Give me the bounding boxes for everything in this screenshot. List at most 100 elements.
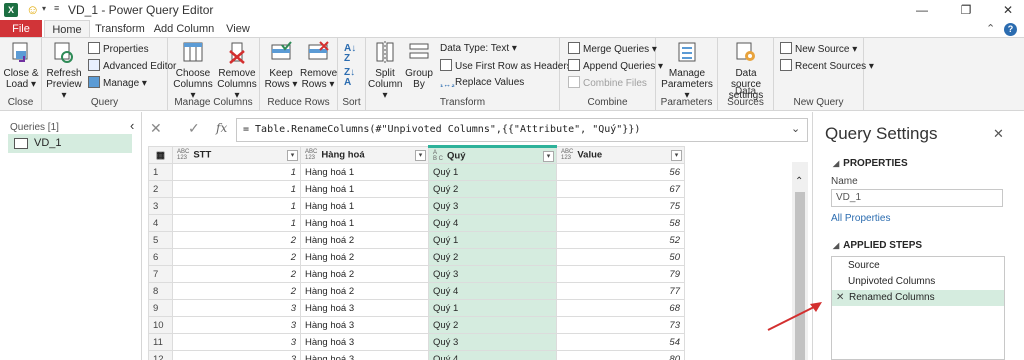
cell-quy[interactable]: Quý 1 [428, 231, 557, 249]
applied-steps-header[interactable]: ◢ APPLIED STEPS [833, 240, 922, 251]
cell-hang-hoa[interactable]: Hàng hoá 2 [300, 265, 429, 283]
cell-quy[interactable]: Quý 4 [428, 282, 557, 300]
step-renamed-columns[interactable]: ✕ Renamed Columns [832, 290, 1004, 306]
cell-stt[interactable]: 3 [172, 333, 301, 351]
tab-home[interactable]: Home [44, 20, 90, 38]
choose-columns-button[interactable]: Choose Columns ▾ [172, 41, 214, 101]
cell-quy[interactable]: Quý 3 [428, 333, 557, 351]
row-number[interactable]: 6 [148, 248, 173, 266]
table-row[interactable]: 10 3 Hàng hoá 3 Quý 2 73 [148, 316, 685, 334]
table-row[interactable]: 3 1 Hàng hoá 1 Quý 3 75 [148, 197, 685, 215]
cell-quy[interactable]: Quý 1 [428, 163, 557, 181]
table-row[interactable]: 11 3 Hàng hoá 3 Quý 3 54 [148, 333, 685, 351]
cell-stt[interactable]: 2 [172, 282, 301, 300]
recent-sources-button[interactable]: Recent Sources ▾ [780, 59, 874, 75]
row-number[interactable]: 2 [148, 180, 173, 198]
cell-hang-hoa[interactable]: Hàng hoá 3 [300, 350, 429, 360]
query-item-vd1[interactable]: VD_1 [8, 134, 132, 153]
commit-formula-button[interactable]: ✓ [188, 120, 200, 137]
remove-columns-button[interactable]: Remove Columns ▾ [216, 41, 258, 101]
query-name-input[interactable]: VD_1 [831, 189, 1003, 207]
manage-parameters-button[interactable]: Manage Parameters ▾ [660, 41, 714, 101]
cell-value[interactable]: 54 [556, 333, 685, 351]
table-row[interactable]: 7 2 Hàng hoá 2 Quý 3 79 [148, 265, 685, 283]
row-number[interactable]: 9 [148, 299, 173, 317]
restore-button[interactable]: ❐ [952, 1, 980, 19]
merge-queries-button[interactable]: Merge Queries ▾ [568, 42, 657, 58]
column-header-quy[interactable]: AB C Quý ▾ [428, 145, 557, 164]
cell-value[interactable]: 67 [556, 180, 685, 198]
cell-stt[interactable]: 3 [172, 350, 301, 360]
data-type-dropdown[interactable]: Data Type: Text ▾ [440, 42, 517, 58]
cell-stt[interactable]: 3 [172, 299, 301, 317]
cell-hang-hoa[interactable]: Hàng hoá 1 [300, 163, 429, 181]
properties-button[interactable]: Properties [88, 42, 149, 58]
help-icon[interactable]: ? [1004, 23, 1017, 36]
new-source-button[interactable]: New Source ▾ [780, 42, 857, 58]
formula-bar[interactable]: = Table.RenameColumns(#"Unpivoted Column… [236, 118, 808, 142]
cell-value[interactable]: 58 [556, 214, 685, 232]
cell-stt[interactable]: 2 [172, 248, 301, 266]
combine-files-button[interactable]: Combine Files [568, 76, 647, 92]
cell-stt[interactable]: 2 [172, 231, 301, 249]
column-header-hang-hoa[interactable]: ABC 123 Hàng hoá ▾ [300, 146, 429, 164]
qat-customize-icon[interactable]: ≡ [54, 3, 59, 13]
table-row[interactable]: 5 2 Hàng hoá 2 Quý 1 52 [148, 231, 685, 249]
refresh-preview-button[interactable]: Refresh Preview ▾ [44, 41, 84, 101]
row-number[interactable]: 4 [148, 214, 173, 232]
tab-add-column[interactable]: Add Column [152, 20, 216, 38]
advanced-editor-button[interactable]: Advanced Editor [88, 59, 176, 75]
cell-value[interactable]: 52 [556, 231, 685, 249]
collapse-pane-icon[interactable]: ‹ [130, 118, 134, 133]
cell-quy[interactable]: Quý 1 [428, 299, 557, 317]
cell-hang-hoa[interactable]: Hàng hoá 1 [300, 180, 429, 198]
replace-values-button[interactable]: ₁↔₂Replace Values [440, 76, 524, 92]
sort-descending-icon[interactable]: Z↓ A [344, 68, 355, 88]
cell-value[interactable]: 73 [556, 316, 685, 334]
filter-dropdown-icon[interactable]: ▾ [671, 150, 682, 161]
table-row[interactable]: 12 3 Hàng hoá 3 Quý 4 80 [148, 350, 685, 360]
qat-dropdown-icon[interactable]: ▾ [42, 4, 46, 13]
table-row[interactable]: 2 1 Hàng hoá 1 Quý 2 67 [148, 180, 685, 198]
cell-stt[interactable]: 1 [172, 163, 301, 181]
cell-quy[interactable]: Quý 4 [428, 350, 557, 360]
close-and-load-button[interactable]: Close & Load ▾ [2, 41, 40, 90]
row-number[interactable]: 7 [148, 265, 173, 283]
minimize-button[interactable]: — [908, 1, 936, 19]
cell-hang-hoa[interactable]: Hàng hoá 1 [300, 197, 429, 215]
cell-hang-hoa[interactable]: Hàng hoá 2 [300, 248, 429, 266]
tab-view[interactable]: View [220, 20, 256, 38]
row-number[interactable]: 3 [148, 197, 173, 215]
table-row[interactable]: 4 1 Hàng hoá 1 Quý 4 58 [148, 214, 685, 232]
properties-header[interactable]: ◢ PROPERTIES [833, 158, 908, 169]
expand-formula-icon[interactable]: ⌄ [791, 122, 800, 135]
cell-quy[interactable]: Quý 2 [428, 316, 557, 334]
table-corner-menu[interactable]: ▦ [148, 146, 173, 164]
row-number[interactable]: 1 [148, 163, 173, 181]
cell-quy[interactable]: Quý 3 [428, 265, 557, 283]
remove-rows-button[interactable]: Remove Rows ▾ [300, 41, 337, 90]
cell-value[interactable]: 75 [556, 197, 685, 215]
cell-value[interactable]: 79 [556, 265, 685, 283]
filter-dropdown-icon[interactable]: ▾ [415, 150, 426, 161]
append-queries-button[interactable]: Append Queries ▾ [568, 59, 663, 75]
close-settings-button[interactable]: ✕ [993, 126, 1004, 142]
close-window-button[interactable]: ✕ [994, 1, 1022, 19]
use-first-row-headers-button[interactable]: Use First Row as Headers ▾ [440, 59, 580, 75]
group-by-button[interactable]: Group By [404, 41, 434, 90]
step-unpivoted-columns[interactable]: Unpivoted Columns [831, 274, 1016, 290]
cell-hang-hoa[interactable]: Hàng hoá 2 [300, 231, 429, 249]
all-properties-link[interactable]: All Properties [831, 213, 890, 224]
cell-stt[interactable]: 3 [172, 316, 301, 334]
row-number[interactable]: 10 [148, 316, 173, 334]
step-source[interactable]: Source [831, 258, 1016, 274]
table-row[interactable]: 8 2 Hàng hoá 2 Quý 4 77 [148, 282, 685, 300]
cell-quy[interactable]: Quý 2 [428, 180, 557, 198]
tab-transform[interactable]: Transform [92, 20, 148, 38]
filter-dropdown-icon[interactable]: ▾ [543, 151, 554, 162]
filter-dropdown-icon[interactable]: ▾ [287, 150, 298, 161]
cell-value[interactable]: 50 [556, 248, 685, 266]
row-number[interactable]: 11 [148, 333, 173, 351]
scroll-up-icon[interactable]: ⌃ [795, 176, 803, 187]
fx-button[interactable]: fx [216, 121, 227, 135]
